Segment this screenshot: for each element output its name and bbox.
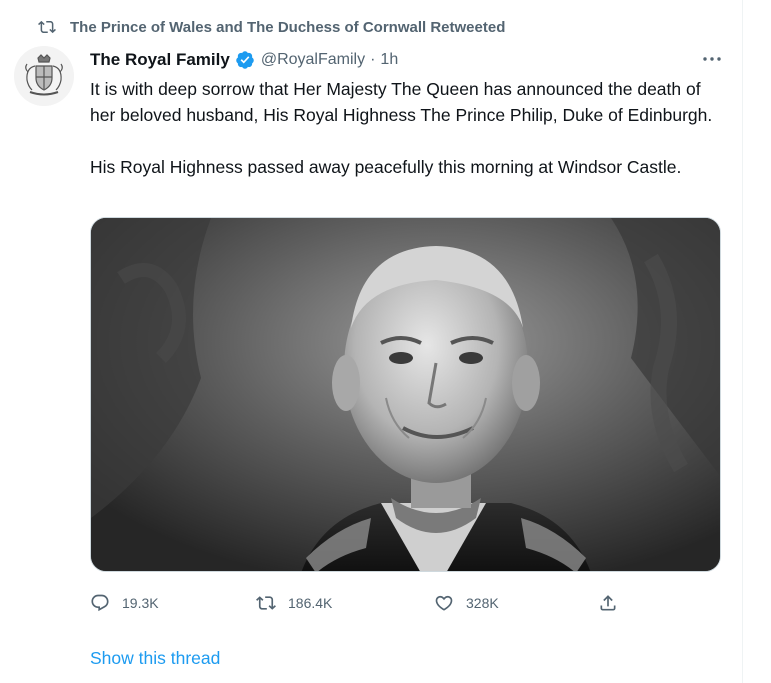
retweet-icon — [38, 20, 56, 34]
retweet-icon — [256, 596, 276, 610]
retweet-button[interactable]: 186.4K — [256, 588, 332, 618]
like-count: 328K — [466, 595, 499, 611]
author-avatar[interactable] — [14, 46, 74, 106]
tweet-actions: 19.3K 186.4K 328K — [90, 588, 730, 618]
share-icon — [600, 595, 616, 611]
tweet-text: It is with deep sorrow that Her Majesty … — [90, 76, 730, 180]
reply-button[interactable]: 19.3K — [90, 588, 159, 618]
separator-dot: · — [370, 51, 376, 68]
tweet-timestamp[interactable]: 1h — [380, 51, 398, 69]
heart-icon — [435, 595, 453, 611]
reply-icon — [91, 594, 109, 612]
author-handle[interactable]: @RoyalFamily — [261, 51, 365, 69]
more-options-icon — [703, 57, 721, 61]
social-context: The Prince of Wales and The Duchess of C… — [38, 16, 505, 38]
retweeted-by-label[interactable]: The Prince of Wales and The Duchess of C… — [70, 19, 505, 36]
tweet-paragraph: It is with deep sorrow that Her Majesty … — [90, 79, 713, 125]
verified-badge-icon — [236, 51, 254, 69]
reply-count: 19.3K — [122, 595, 159, 611]
tweet-paragraph: His Royal Highness passed away peacefull… — [90, 157, 682, 177]
tweet-photo[interactable] — [90, 217, 721, 572]
portrait-photo — [91, 218, 720, 571]
share-button[interactable] — [598, 588, 618, 618]
show-thread-link[interactable]: Show this thread — [90, 648, 220, 669]
timeline-border — [742, 0, 743, 683]
like-button[interactable]: 328K — [434, 588, 499, 618]
retweet-count: 186.4K — [288, 595, 333, 611]
tweet-header: The Royal Family @RoyalFamily · 1h — [90, 47, 398, 73]
more-options-button[interactable] — [696, 48, 728, 70]
royal-coat-of-arms-icon — [14, 46, 74, 106]
author-name[interactable]: The Royal Family — [90, 50, 230, 70]
